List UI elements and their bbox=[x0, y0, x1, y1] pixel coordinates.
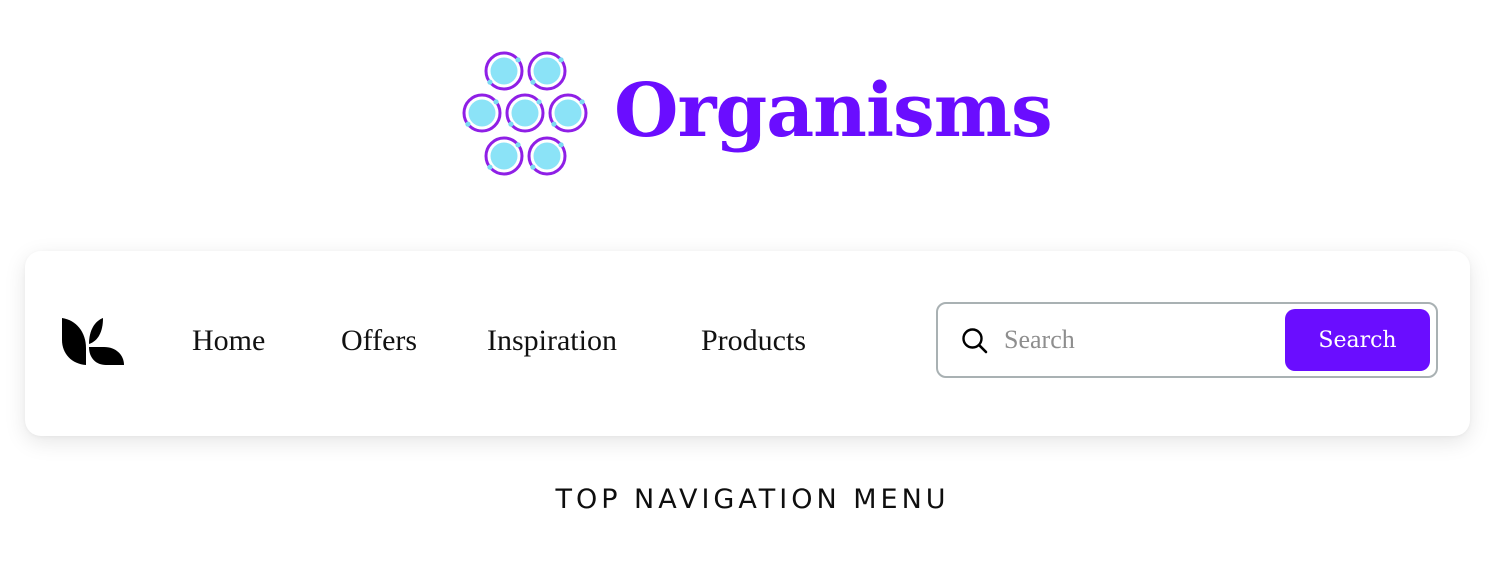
top-navigation-bar: Home Offers Inspiration Products Search bbox=[25, 251, 1470, 436]
molecule-cell-core bbox=[490, 57, 518, 85]
section-caption: TOP NAVIGATION MENU bbox=[555, 484, 950, 515]
search-button[interactable]: Search bbox=[1285, 309, 1430, 371]
leaf-logo-icon[interactable] bbox=[62, 318, 124, 365]
molecule-cell-core bbox=[533, 57, 561, 85]
search-bar: Search bbox=[936, 302, 1438, 378]
molecule-cell-dot bbox=[515, 57, 521, 63]
nav-item-inspiration[interactable]: Inspiration bbox=[487, 323, 617, 359]
molecule-cell-core bbox=[490, 142, 518, 170]
molecule-cell-dot bbox=[465, 121, 471, 127]
molecule-cell-dot bbox=[515, 142, 521, 148]
molecule-cell-dot bbox=[530, 164, 536, 170]
molecule-cell bbox=[462, 93, 502, 133]
molecule-cell-dot bbox=[536, 99, 542, 105]
molecule-cell-dot bbox=[487, 164, 493, 170]
molecule-cell-core bbox=[533, 142, 561, 170]
molecule-cell-core bbox=[468, 99, 496, 127]
search-input[interactable] bbox=[1004, 318, 1274, 362]
page: Organisms Home Offers Inspiration Produc… bbox=[0, 0, 1500, 570]
molecule-cell-core bbox=[554, 99, 582, 127]
molecule-cell-dot bbox=[530, 79, 536, 85]
logo-leaf-top-right bbox=[89, 318, 103, 344]
molecule-cluster-icon bbox=[462, 51, 588, 176]
nav-item-products[interactable]: Products bbox=[701, 323, 806, 359]
molecule-cell-dot bbox=[551, 121, 557, 127]
logo-leaf-left bbox=[62, 318, 86, 365]
nav-item-offers[interactable]: Offers bbox=[341, 323, 417, 359]
molecule-cell bbox=[505, 93, 545, 133]
search-icon bbox=[962, 328, 988, 354]
molecule-cell-dot bbox=[579, 99, 585, 105]
nav-item-home[interactable]: Home bbox=[192, 323, 265, 359]
molecule-cell-dot bbox=[493, 99, 499, 105]
molecule-cell bbox=[527, 51, 567, 91]
molecule-cell-dot bbox=[487, 79, 493, 85]
molecule-cell bbox=[527, 136, 567, 176]
page-header: Organisms bbox=[462, 50, 1053, 180]
molecule-cell-core bbox=[511, 99, 539, 127]
molecule-cell-dot bbox=[558, 142, 564, 148]
page-title: Organisms bbox=[614, 68, 1053, 154]
molecule-cell-dot bbox=[508, 121, 514, 127]
molecule-cell-dot bbox=[558, 57, 564, 63]
logo-leaf-bottom-right bbox=[89, 347, 124, 365]
molecule-cell bbox=[548, 93, 588, 133]
molecule-cell bbox=[484, 136, 524, 176]
molecule-cell bbox=[484, 51, 524, 91]
